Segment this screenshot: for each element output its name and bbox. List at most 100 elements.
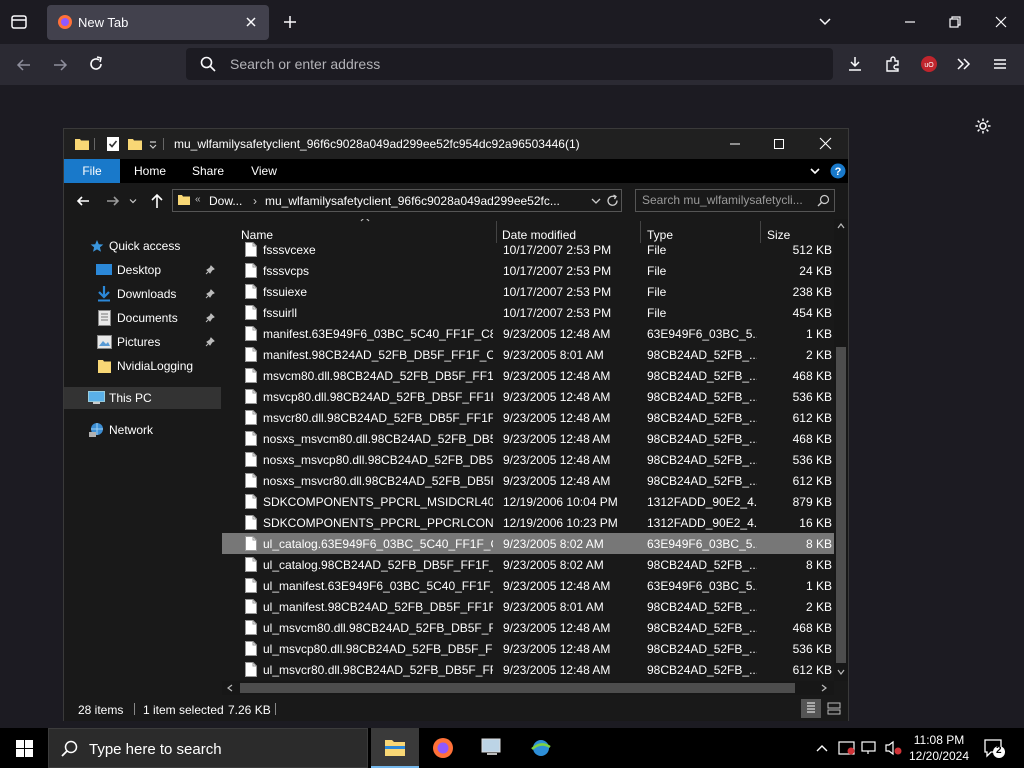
explorer-back-arrow-icon[interactable]	[76, 194, 90, 208]
large-icons-view-button[interactable]	[824, 699, 844, 718]
address-dropdown-chevron-icon[interactable]	[591, 196, 601, 206]
scroll-right-arrow-icon[interactable]	[821, 684, 827, 692]
file-row[interactable]: SDKCOMPONENTS_PPCRL_MSIDCRL40.D... 12/19/…	[222, 491, 834, 512]
file-row[interactable]: nosxs_msvcm80.dll.98CB24AD_52FB_DB5... 9/…	[222, 428, 834, 449]
tray-network-icon[interactable]	[861, 740, 879, 756]
downloads-icon[interactable]	[846, 55, 864, 73]
ribbon-tab-view[interactable]: View	[240, 159, 288, 183]
breadcrumb-downloads[interactable]: Dow...	[209, 194, 242, 208]
restore-icon[interactable]	[948, 15, 962, 29]
details-view-button[interactable]	[801, 699, 821, 718]
explorer-minimize-icon[interactable]	[729, 138, 741, 150]
close-tab-icon[interactable]	[244, 15, 258, 29]
explorer-maximize-icon[interactable]	[773, 138, 785, 150]
breadcrumb-current-folder[interactable]: mu_wlfamilysafetyclient_96f6c9028a049ad2…	[265, 194, 560, 208]
file-row[interactable]: ul_msvcp80.dll.98CB24AD_52FB_DB5F_FF... 9…	[222, 638, 834, 659]
file-row[interactable]: manifest.63E949F6_03BC_5C40_FF1F_C8B... 9…	[222, 323, 834, 344]
url-bar[interactable]	[186, 48, 833, 80]
properties-checkbox-icon[interactable]	[105, 136, 121, 152]
firefox-view-icon[interactable]	[10, 13, 28, 31]
taskbar-firefox-button[interactable]	[419, 728, 467, 768]
horizontal-scrollbar[interactable]	[222, 681, 834, 695]
nav-this-pc[interactable]: This PC	[64, 387, 221, 409]
ribbon-tab-home[interactable]: Home	[126, 159, 174, 183]
scroll-down-arrow-icon[interactable]	[837, 669, 845, 675]
quick-access-dropdown-icon[interactable]	[148, 140, 158, 150]
explorer-search-input[interactable]	[642, 193, 810, 207]
file-row[interactable]: fsssvcps 10/17/2007 2:53 PM File 24 KB	[222, 260, 834, 281]
vertical-scrollbar[interactable]	[834, 219, 848, 681]
file-row[interactable]: ul_manifest.63E949F6_03BC_5C40_FF1F_C...…	[222, 575, 834, 596]
file-icon	[245, 515, 257, 530]
address-bar[interactable]: « Dow... › mu_wlfamilysafetyclient_96f6c…	[172, 189, 622, 212]
file-row[interactable]: manifest.98CB24AD_52FB_DB5F_FF1F_C8... 9/…	[222, 344, 834, 365]
file-row[interactable]: nosxs_msvcp80.dll.98CB24AD_52FB_DB5... 9/…	[222, 449, 834, 470]
explorer-close-icon[interactable]	[819, 137, 832, 150]
extensions-puzzle-icon[interactable]	[884, 55, 902, 73]
refresh-icon[interactable]	[606, 194, 619, 207]
file-row[interactable]: fsssvcexe 10/17/2007 2:53 PM File 512 KB	[222, 239, 834, 260]
taskbar-network-app-button[interactable]	[517, 728, 565, 768]
nav-downloads[interactable]: Downloads	[64, 283, 221, 305]
minimize-icon[interactable]	[903, 15, 917, 29]
taskbar-file-explorer-button[interactable]	[371, 728, 419, 768]
file-size: 612 KB	[792, 663, 832, 677]
nav-quick-access[interactable]: Quick access	[64, 235, 221, 257]
explorer-forward-arrow-icon[interactable]	[106, 194, 120, 208]
file-row[interactable]: SDKCOMPONENTS_PPCRL_PPCRLCONFI... 12/19/2…	[222, 512, 834, 533]
nav-pictures[interactable]: Pictures	[64, 331, 221, 353]
help-icon[interactable]: ?	[830, 163, 846, 179]
nav-nvidialogging[interactable]: NvidiaLogging	[64, 355, 221, 377]
list-tabs-chevron-icon[interactable]	[818, 15, 832, 29]
file-row[interactable]: ul_manifest.98CB24AD_52FB_DB5F_FF1F_... 9…	[222, 596, 834, 617]
vertical-scroll-thumb[interactable]	[836, 347, 846, 663]
url-input[interactable]	[230, 55, 790, 73]
hamburger-menu-icon[interactable]	[991, 55, 1009, 73]
file-row[interactable]: ul_catalog.98CB24AD_52FB_DB5F_FF1F_C... 9…	[222, 554, 834, 575]
ublock-origin-icon[interactable]: uO	[920, 55, 938, 73]
nav-desktop[interactable]: Desktop	[64, 259, 221, 281]
up-arrow-icon[interactable]	[150, 193, 164, 209]
file-row[interactable]: ul_msvcr80.dll.98CB24AD_52FB_DB5F_FF... 9…	[222, 659, 834, 680]
file-row[interactable]: msvcr80.dll.98CB24AD_52FB_DB5F_FF1F_... 9…	[222, 407, 834, 428]
explorer-search-box[interactable]	[635, 189, 835, 212]
tray-device-icon[interactable]	[838, 740, 856, 756]
file-row[interactable]: msvcp80.dll.98CB24AD_52FB_DB5F_FF1F_... 9…	[222, 386, 834, 407]
file-row[interactable]: fssuiexe 10/17/2007 2:53 PM File 238 KB	[222, 281, 834, 302]
new-tab-plus-icon[interactable]	[282, 14, 298, 30]
taskbar-search-box[interactable]: Type here to search	[48, 728, 368, 768]
ribbon-tab-file[interactable]: File	[64, 159, 120, 183]
file-row[interactable]: ul_catalog.63E949F6_03BC_5C40_FF1F_C8...…	[222, 533, 834, 554]
recent-locations-chevron-icon[interactable]	[129, 197, 137, 205]
file-row[interactable]: nosxs_msvcr80.dll.98CB24AD_52FB_DB5F... 9…	[222, 470, 834, 491]
new-folder-icon[interactable]	[127, 136, 143, 152]
file-date-modified: 9/23/2005 8:01 AM	[503, 348, 604, 362]
nav-documents[interactable]: Documents	[64, 307, 221, 329]
taskbar-clock[interactable]: 11:08 PM 12/20/2024	[905, 732, 973, 764]
file-row[interactable]: msvcm80.dll.98CB24AD_52FB_DB5F_FF1F... 9/…	[222, 365, 834, 386]
tray-volume-muted-icon[interactable]	[884, 740, 902, 756]
notification-center-icon[interactable]: 2	[983, 738, 1007, 760]
file-date-modified: 9/23/2005 12:48 AM	[503, 642, 611, 656]
file-row[interactable]: fssuirll 10/17/2007 2:53 PM File 454 KB	[222, 302, 834, 323]
windows-start-icon[interactable]	[16, 740, 33, 757]
explorer-search-icon[interactable]	[817, 194, 830, 207]
tab-new-tab[interactable]: New Tab	[47, 5, 269, 40]
reload-icon[interactable]	[87, 55, 105, 73]
scroll-up-arrow-icon[interactable]	[837, 223, 845, 229]
back-arrow-icon[interactable]	[15, 56, 33, 74]
taskbar-remote-desktop-button[interactable]	[468, 728, 516, 768]
scroll-left-arrow-icon[interactable]	[227, 684, 233, 692]
breadcrumb-separator-icon[interactable]: ›	[253, 194, 257, 208]
nav-network[interactable]: Network	[64, 419, 221, 441]
file-row[interactable]: ul_msvcm80.dll.98CB24AD_52FB_DB5F_F... 9/…	[222, 617, 834, 638]
overflow-chevrons-icon[interactable]	[955, 55, 973, 73]
close-window-icon[interactable]	[994, 15, 1008, 29]
newtab-settings-gear-icon[interactable]	[974, 117, 992, 135]
crumb-overflow-icon[interactable]: «	[195, 194, 201, 205]
forward-arrow-icon[interactable]	[51, 56, 69, 74]
show-hidden-icons-chevron-icon[interactable]	[815, 741, 829, 755]
ribbon-tab-share[interactable]: Share	[184, 159, 232, 183]
horizontal-scroll-thumb[interactable]	[240, 683, 795, 693]
ribbon-expand-chevron-icon[interactable]	[809, 165, 821, 177]
